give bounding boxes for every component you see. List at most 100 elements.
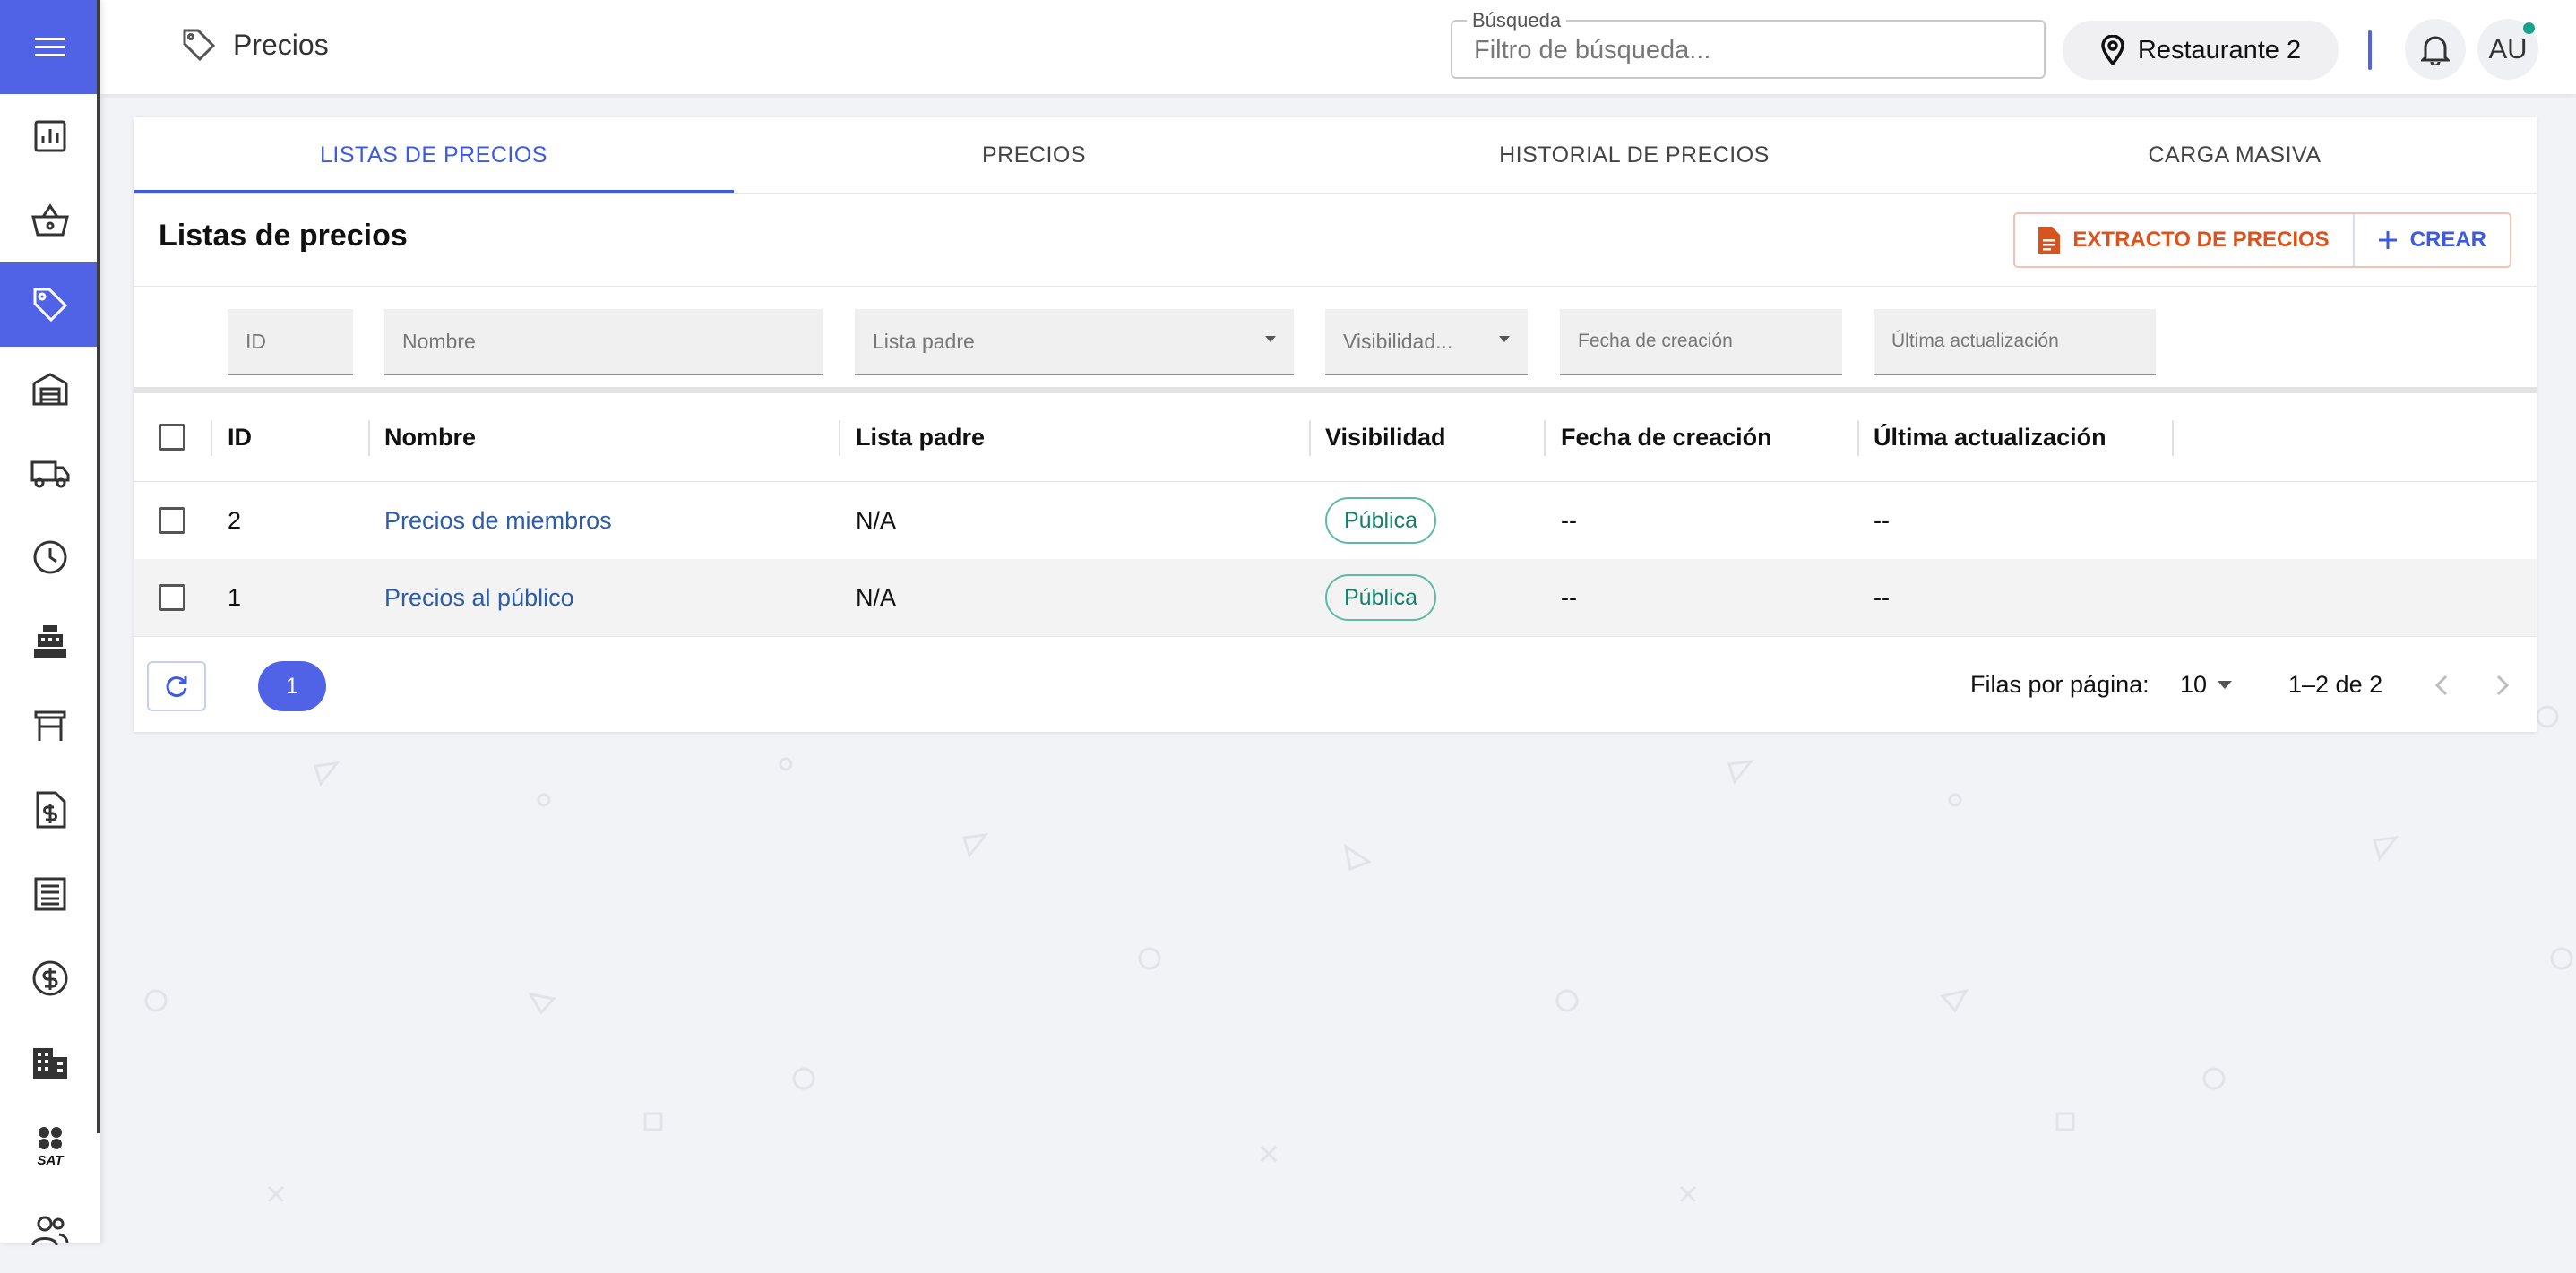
cell-nombre-link[interactable]: Precios al público [384, 559, 574, 636]
refresh-button[interactable] [147, 661, 206, 711]
visibility-badge: Pública [1325, 574, 1436, 621]
cash-register-icon [32, 624, 68, 659]
refresh-icon [164, 674, 189, 699]
action-button-group: EXTRACTO DE PRECIOS CREAR [2013, 212, 2511, 268]
sidebar-item-prices[interactable] [0, 262, 100, 347]
tab-bar: LISTAS DE PRECIOS PRECIOS HISTORIAL DE P… [134, 117, 2537, 194]
tab-listas-de-precios[interactable]: LISTAS DE PRECIOS [134, 117, 734, 193]
page-1-button[interactable]: 1 [258, 661, 326, 711]
column-header-id[interactable]: ID [228, 393, 252, 481]
table-row[interactable]: 2 Precios de miembros N/A Pública -- -- [134, 482, 2537, 560]
sidebar-item-cash-register[interactable] [0, 599, 100, 684]
column-header-nombre[interactable]: Nombre [384, 393, 476, 481]
filter-visibilidad-label: Visibilidad... [1343, 329, 1453, 353]
column-header-fecha-creacion[interactable]: Fecha de creación [1561, 393, 1772, 481]
cell-lista-padre: N/A [856, 506, 897, 534]
top-bar: Precios Búsqueda Restaurante 2 AU [100, 0, 2576, 94]
sidebar-item-dashboard[interactable] [0, 94, 100, 178]
pagination-range: 1–2 de 2 [2288, 671, 2383, 698]
menu-button[interactable] [0, 0, 100, 94]
dollar-circle-icon [31, 959, 69, 997]
column-header-ultima-actualizacion[interactable]: Última actualización [1874, 393, 2106, 481]
notifications-button[interactable] [2405, 19, 2466, 80]
cell-ultima-actualizacion: -- [1874, 506, 1890, 534]
cell-id: 1 [228, 583, 242, 611]
filter-fecha-creacion[interactable]: Fecha de creación [1560, 309, 1842, 375]
filter-visibilidad[interactable]: Visibilidad... [1325, 309, 1528, 375]
price-lists-card: LISTAS DE PRECIOS PRECIOS HISTORIAL DE P… [134, 117, 2537, 732]
extract-prices-button[interactable]: EXTRACTO DE PRECIOS [2015, 214, 2355, 266]
section-title: Listas de precios [159, 219, 408, 253]
header-divider [2368, 30, 2372, 70]
sidebar-item-warehouse[interactable] [0, 347, 100, 431]
sidebar-item-sat[interactable]: SAT [0, 1105, 100, 1189]
plus-icon [2378, 230, 2398, 250]
dropdown-caret-icon [1499, 336, 1510, 343]
filter-lista-padre[interactable]: Lista padre [855, 309, 1294, 375]
sidebar-scrollbar[interactable] [97, 0, 100, 1133]
bar-chart-icon [32, 118, 68, 154]
rows-per-page-label: Filas por página: [1970, 671, 2150, 698]
warehouse-icon [31, 371, 69, 407]
filters-row: ID Nombre Lista padre Visibilidad... Fec… [134, 286, 2537, 390]
next-page-button[interactable] [2485, 666, 2520, 705]
create-label: CREAR [2409, 228, 2486, 252]
filter-id[interactable]: ID [228, 309, 353, 375]
row-checkbox[interactable] [159, 507, 185, 534]
price-tag-icon [31, 286, 69, 323]
rows-per-page-select[interactable]: 10 [2180, 671, 2233, 699]
column-separator [211, 420, 212, 456]
truck-icon [30, 457, 70, 489]
tab-historial-de-precios[interactable]: HISTORIAL DE PRECIOS [1334, 117, 1934, 193]
page-header: Precios [181, 27, 329, 63]
sidebar-item-history[interactable] [0, 515, 100, 599]
price-tag-icon [181, 27, 217, 63]
page-title: Precios [233, 28, 329, 61]
sidebar-item-finance[interactable] [0, 936, 100, 1020]
filter-lista-padre-label: Lista padre [873, 329, 975, 353]
tab-carga-masiva[interactable]: CARGA MASIVA [1934, 117, 2535, 193]
column-separator [839, 420, 840, 456]
create-button[interactable]: CREAR [2355, 214, 2510, 266]
rows-per-page-value: 10 [2180, 671, 2208, 698]
table-row[interactable]: 1 Precios al público N/A Pública -- -- [134, 559, 2537, 637]
extract-prices-label: EXTRACTO DE PRECIOS [2072, 228, 2330, 252]
tab-precios[interactable]: PRECIOS [734, 117, 1334, 193]
cell-fecha-creacion: -- [1561, 583, 1577, 611]
filter-ultima-actualizacion[interactable]: Última actualización [1874, 309, 2156, 375]
sidebar-item-companies[interactable] [0, 1020, 100, 1105]
cell-id: 2 [228, 506, 242, 534]
filter-divider [134, 387, 2537, 393]
sidebar-item-tables[interactable] [0, 684, 100, 768]
row-checkbox[interactable] [159, 584, 185, 611]
basket-icon [30, 202, 70, 238]
sidebar-item-delivery[interactable] [0, 431, 100, 515]
select-all-checkbox[interactable] [159, 424, 185, 451]
chevron-left-icon [2435, 675, 2448, 696]
cell-nombre-link[interactable]: Precios de miembros [384, 482, 612, 559]
sidebar-item-sales[interactable] [0, 178, 100, 262]
column-header-lista-padre[interactable]: Lista padre [856, 393, 985, 481]
svg-text:SAT: SAT [38, 1153, 65, 1167]
sidebar: SAT [0, 0, 100, 1246]
building-icon [31, 1045, 69, 1080]
column-separator [1544, 420, 1546, 456]
filter-nombre[interactable]: Nombre [384, 309, 823, 375]
location-label: Restaurante 2 [2137, 35, 2302, 65]
avatar[interactable]: AU [2477, 19, 2538, 80]
table-icon [32, 709, 68, 743]
column-separator [1857, 420, 1859, 456]
tab-indicator [134, 190, 734, 193]
sidebar-item-users[interactable] [0, 1189, 100, 1273]
sidebar-item-receipts[interactable] [0, 852, 100, 936]
search-input[interactable] [1472, 22, 2013, 79]
sidebar-item-invoices[interactable] [0, 768, 100, 852]
avatar-initials: AU [2488, 33, 2528, 65]
online-status-dot [2523, 22, 2535, 34]
cell-fecha-creacion: -- [1561, 506, 1577, 534]
cell-ultima-actualizacion: -- [1874, 583, 1890, 611]
column-header-visibilidad[interactable]: Visibilidad [1325, 393, 1446, 481]
location-selector[interactable]: Restaurante 2 [2063, 21, 2339, 80]
previous-page-button[interactable] [2424, 666, 2460, 705]
search-field[interactable]: Búsqueda [1451, 9, 2046, 79]
